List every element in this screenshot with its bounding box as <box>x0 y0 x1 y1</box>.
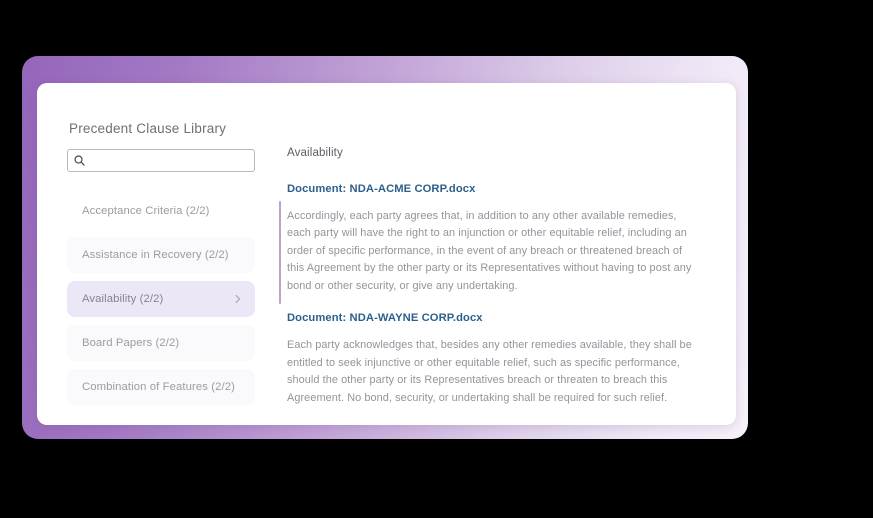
accent-rule <box>279 201 281 304</box>
clause-item-label: Acceptance Criteria (2/2) <box>82 205 210 217</box>
page-title: Precedent Clause Library <box>69 121 227 136</box>
app-card: Precedent Clause Library Acceptance Crit… <box>37 83 736 425</box>
sidebar-pane: Precedent Clause Library Acceptance Crit… <box>67 121 263 413</box>
detail-body: Document: NDA-ACME CORP.docx Accordingly… <box>279 183 714 407</box>
clause-item-label: Combination of Features (2/2) <box>82 381 235 393</box>
document-block: Document: NDA-WAYNE CORP.docx Each party… <box>287 312 714 407</box>
document-title-link[interactable]: Document: NDA-ACME CORP.docx <box>287 183 714 195</box>
window-frame: Precedent Clause Library Acceptance Crit… <box>22 56 748 439</box>
sidebar-item-assistance-in-recovery[interactable]: Assistance in Recovery (2/2) <box>67 237 255 273</box>
search-icon <box>74 155 85 166</box>
document-excerpt: Each party acknowledges that, besides an… <box>287 339 692 404</box>
document-excerpt: Accordingly, each party agrees that, in … <box>287 210 692 292</box>
search-box[interactable] <box>67 149 255 172</box>
detail-pane: Availability Document: NDA-ACME CORP.doc… <box>279 121 714 415</box>
clause-item-label: Availability (2/2) <box>82 293 164 305</box>
document-title-link[interactable]: Document: NDA-WAYNE CORP.docx <box>287 312 714 324</box>
clause-item-label: Assistance in Recovery (2/2) <box>82 249 229 261</box>
sidebar-item-acceptance-criteria[interactable]: Acceptance Criteria (2/2) <box>67 193 255 229</box>
search-input[interactable] <box>86 150 254 171</box>
sidebar-item-board-papers[interactable]: Board Papers (2/2) <box>67 325 255 361</box>
document-block: Document: NDA-ACME CORP.docx Accordingly… <box>287 183 714 295</box>
sidebar-item-availability[interactable]: Availability (2/2) <box>67 281 255 317</box>
detail-heading: Availability <box>287 147 343 159</box>
clause-item-label: Board Papers (2/2) <box>82 337 180 349</box>
sidebar-item-combination-of-features[interactable]: Combination of Features (2/2) <box>67 369 255 405</box>
clause-list: Acceptance Criteria (2/2) Assistance in … <box>67 193 255 405</box>
chevron-right-icon <box>235 295 241 303</box>
